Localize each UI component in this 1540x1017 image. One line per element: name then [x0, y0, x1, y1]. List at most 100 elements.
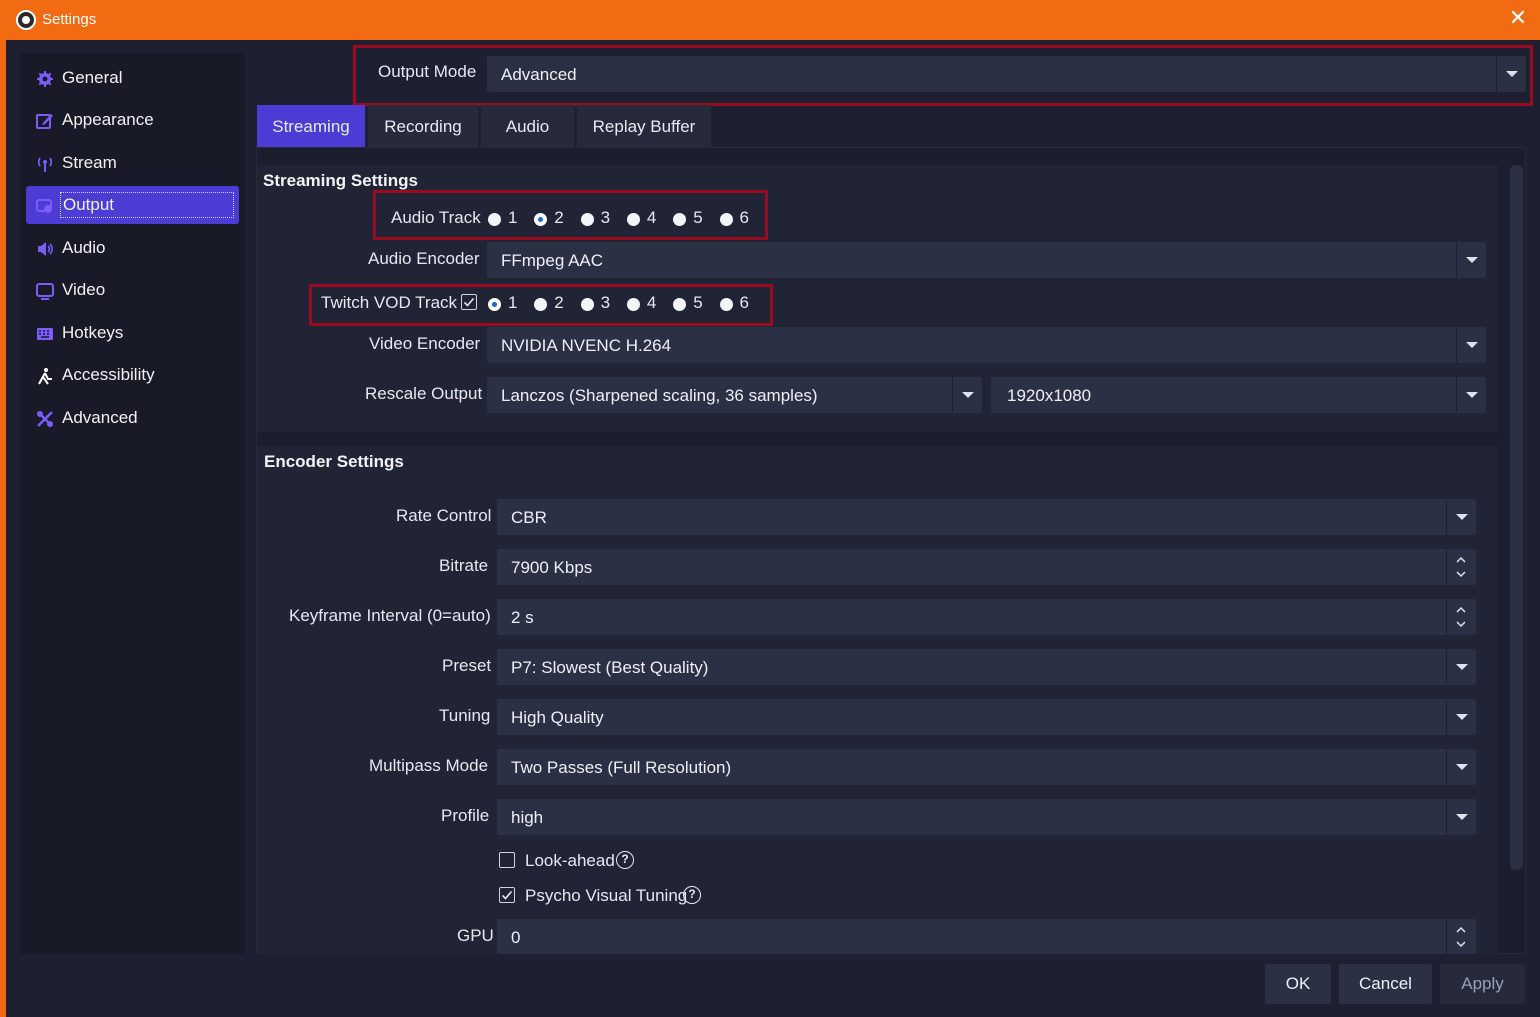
twitch-vod-radio-label: 4 — [646, 293, 657, 312]
chevron-up-icon[interactable] — [1456, 555, 1466, 565]
preset-value: P7: Slowest (Best Quality) — [511, 658, 709, 677]
tab-recording[interactable]: Recording — [368, 105, 478, 147]
chevron-down-icon — [1446, 649, 1476, 685]
audio-track-label: Audio Track — [391, 208, 481, 227]
keyframe-interval-value: 2 s — [511, 608, 534, 627]
help-icon[interactable]: ? — [616, 851, 634, 869]
sidebar-item-label: Accessibility — [62, 365, 155, 384]
ok-button[interactable]: OK — [1265, 964, 1331, 1004]
chevron-down-icon — [1456, 242, 1486, 278]
gpu-spinbox[interactable]: 0 — [497, 919, 1476, 954]
audio-track-radio-4[interactable] — [626, 213, 640, 226]
checkmark-icon — [501, 890, 513, 900]
multipass-mode-value: Two Passes (Full Resolution) — [511, 758, 732, 777]
rate-control-label: Rate Control — [396, 506, 492, 525]
sidebar-item-label: Audio — [62, 238, 106, 257]
sidebar-item-video[interactable]: Video — [26, 271, 239, 309]
video-encoder-value: NVIDIA NVENC H.264 — [501, 336, 672, 355]
audio-track-radio-label: 6 — [739, 208, 749, 227]
checkmark-icon — [463, 297, 475, 307]
spin-buttons[interactable] — [1446, 599, 1476, 635]
chevron-down-icon[interactable] — [1456, 569, 1466, 579]
button-label: OK — [1285, 974, 1311, 993]
audio-track-radio-label: 3 — [600, 208, 611, 227]
twitch-vod-radio-label: 3 — [600, 293, 611, 312]
video-encoder-select[interactable]: NVIDIA NVENC H.264 — [487, 327, 1486, 363]
tools-icon — [37, 411, 53, 427]
twitch-vod-checkbox[interactable] — [461, 294, 477, 310]
rescale-resolution-select[interactable]: 1920x1080 — [991, 377, 1486, 413]
chevron-down-icon — [1446, 499, 1476, 535]
keyboard-icon — [37, 328, 53, 340]
sidebar-item-stream[interactable]: Stream — [26, 144, 239, 182]
sidebar-item-advanced[interactable]: Advanced — [26, 399, 239, 437]
tuning-select[interactable]: High Quality — [497, 699, 1476, 735]
twitch-vod-radio-6[interactable] — [719, 298, 733, 311]
sidebar-item-accessibility[interactable]: Accessibility — [26, 356, 239, 394]
help-icon[interactable]: ? — [683, 886, 701, 904]
twitch-vod-radio-4[interactable] — [626, 298, 640, 311]
rescale-output-label: Rescale Output — [365, 384, 483, 403]
audio-encoder-value: FFmpeg AAC — [501, 251, 604, 270]
button-label: Apply — [1461, 974, 1504, 993]
monitor-icon — [36, 283, 54, 300]
look-ahead-checkbox[interactable] — [499, 852, 515, 868]
psycho-visual-tuning-checkbox[interactable] — [499, 887, 515, 903]
chevron-up-icon[interactable] — [1456, 605, 1466, 615]
audio-track-radio-1[interactable] — [488, 213, 501, 226]
sidebar-item-output[interactable]: Output — [26, 186, 239, 224]
twitch-vod-radio-1[interactable] — [488, 298, 501, 311]
audio-track-radio-6[interactable] — [719, 213, 733, 226]
antenna-icon — [37, 157, 53, 172]
output-icon — [36, 199, 52, 213]
twitch-vod-radio-label: 2 — [554, 293, 564, 312]
audio-track-radio-label: 2 — [554, 208, 564, 227]
audio-track-radio-3[interactable] — [580, 213, 594, 226]
vertical-scrollbar[interactable] — [1510, 165, 1523, 870]
cancel-button[interactable]: Cancel — [1339, 964, 1432, 1004]
chevron-down-icon[interactable] — [1456, 619, 1466, 629]
speaker-icon — [38, 242, 53, 256]
profile-select[interactable]: high — [497, 799, 1476, 835]
tab-streaming[interactable]: Streaming — [257, 105, 365, 147]
chevron-down-icon — [1496, 56, 1526, 92]
profile-value: high — [511, 808, 544, 827]
chevron-down-icon — [1456, 327, 1486, 363]
audio-track-radio-label: 4 — [646, 208, 657, 227]
sidebar-item-audio[interactable]: Audio — [26, 229, 239, 267]
rescale-filter-select[interactable]: Lanczos (Sharpened scaling, 36 samples) — [487, 377, 982, 413]
group-title: Encoder Settings — [264, 452, 404, 471]
apply-button[interactable]: Apply — [1440, 964, 1525, 1004]
chevron-down-icon — [1446, 749, 1476, 785]
chevron-down-icon — [952, 377, 982, 413]
audio-encoder-select[interactable]: FFmpeg AAC — [487, 242, 1486, 278]
tuning-value: High Quality — [511, 708, 604, 727]
tab-audio[interactable]: Audio — [481, 105, 574, 147]
rate-control-select[interactable]: CBR — [497, 499, 1476, 535]
chevron-down-icon — [1456, 377, 1486, 413]
output-mode-select[interactable]: Advanced — [487, 56, 1526, 92]
tab-replay-buffer[interactable]: Replay Buffer — [577, 105, 711, 147]
keyframe-interval-spinbox[interactable]: 2 s — [497, 599, 1476, 635]
sidebar-item-appearance[interactable]: Appearance — [26, 101, 239, 139]
preset-select[interactable]: P7: Slowest (Best Quality) — [497, 649, 1476, 685]
close-icon[interactable]: ✕ — [1508, 8, 1528, 30]
sidebar-item-hotkeys[interactable]: Hotkeys — [26, 314, 239, 352]
tab-label: Audio — [505, 117, 550, 136]
twitch-vod-radio-label: 1 — [508, 293, 518, 312]
output-mode-label: Output Mode — [378, 62, 477, 81]
bitrate-spinbox[interactable]: 7900 Kbps — [497, 549, 1476, 585]
gear-icon — [37, 71, 53, 87]
sidebar-item-general[interactable]: General — [26, 59, 239, 97]
twitch-vod-label: Twitch VOD Track — [321, 293, 458, 312]
sidebar-item-label: Video — [62, 280, 106, 299]
chevron-down-icon[interactable] — [1456, 939, 1466, 949]
tab-label: Streaming — [272, 117, 350, 136]
look-ahead-label: Look-ahead — [525, 851, 615, 870]
spin-buttons[interactable] — [1446, 919, 1476, 954]
multipass-mode-select[interactable]: Two Passes (Full Resolution) — [497, 749, 1476, 785]
chevron-up-icon[interactable] — [1456, 925, 1466, 935]
spin-buttons[interactable] — [1446, 549, 1476, 585]
twitch-vod-radio-3[interactable] — [580, 298, 594, 311]
keyframe-interval-label: Keyframe Interval (0=auto) — [289, 606, 491, 625]
